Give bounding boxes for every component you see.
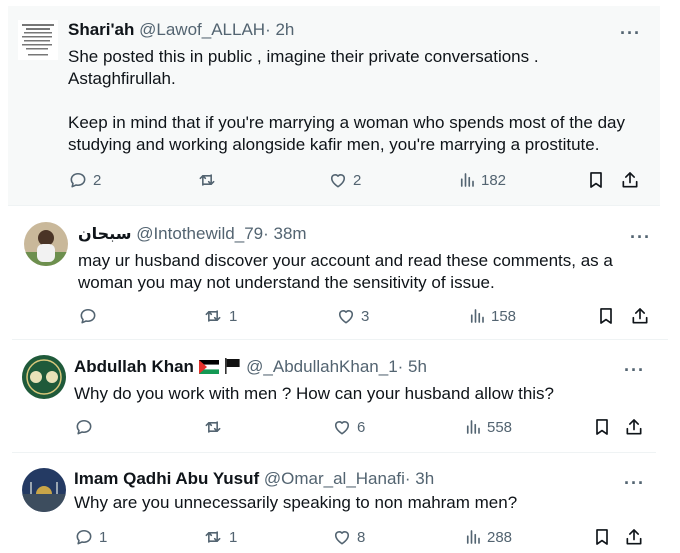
- like-count: 6: [357, 418, 366, 436]
- avatar-image: [22, 355, 66, 399]
- tweet-text: Why are you unnecessarily speaking to no…: [74, 493, 518, 512]
- timestamp[interactable]: · 5h: [398, 357, 427, 376]
- tweet-text: may ur husband discover your account and…: [78, 251, 613, 292]
- view-count: 558: [487, 418, 513, 436]
- repost-icon: [205, 310, 221, 322]
- user-handle[interactable]: @Intothewild_79: [136, 224, 263, 243]
- repost-count: 1: [229, 307, 238, 325]
- timestamp[interactable]: · 38m: [263, 224, 306, 243]
- views-button[interactable]: 182: [458, 170, 506, 190]
- share-icon: [626, 529, 642, 545]
- reply-button[interactable]: [78, 306, 98, 326]
- display-name[interactable]: Imam Qadhi Abu Yusuf: [74, 469, 259, 488]
- reply-icon: [80, 308, 96, 324]
- bookmark-button[interactable]: [592, 527, 612, 547]
- avatar-image: [22, 468, 66, 512]
- like-button[interactable]: 8: [332, 527, 365, 547]
- more-icon[interactable]: ···: [620, 24, 641, 42]
- reply-button[interactable]: 2: [68, 170, 101, 190]
- bookmark-button[interactable]: [596, 306, 616, 326]
- repost-icon: [205, 531, 221, 543]
- user-handle[interactable]: @_AbdullahKhan_1: [246, 357, 398, 376]
- like-count: 8: [357, 528, 366, 546]
- repost-button[interactable]: [196, 170, 218, 190]
- repost-icon: [199, 174, 215, 186]
- like-icon: [338, 310, 354, 324]
- timestamp[interactable]: · 3h: [405, 469, 434, 488]
- repost-button[interactable]: 1: [202, 306, 237, 326]
- user-handle[interactable]: @Omar_al_Hanafi: [264, 469, 405, 488]
- view-count: 182: [481, 171, 507, 189]
- share-button[interactable]: [630, 306, 650, 326]
- repost-count: 1: [229, 528, 238, 546]
- views-button[interactable]: 288: [464, 527, 512, 547]
- share-icon: [632, 308, 648, 324]
- views-icon: [460, 173, 474, 187]
- views-icon: [466, 420, 480, 434]
- avatar[interactable]: [22, 355, 66, 399]
- views-icon: [470, 309, 484, 323]
- tweet-text: Why do you work with men ? How can your …: [74, 384, 555, 403]
- display-name[interactable]: Abdullah Khan: [74, 357, 194, 376]
- repost-button[interactable]: 1: [202, 527, 237, 547]
- reply-count: 2: [93, 171, 102, 189]
- reply-button[interactable]: [74, 417, 94, 437]
- reply-icon: [76, 419, 92, 435]
- like-icon: [330, 174, 346, 188]
- share-button[interactable]: [624, 417, 644, 437]
- like-count: 2: [353, 171, 362, 189]
- bookmark-button[interactable]: [586, 170, 606, 190]
- avatar[interactable]: [24, 222, 68, 266]
- bookmark-icon: [600, 308, 612, 324]
- like-button[interactable]: 2: [328, 170, 361, 190]
- tweet-card[interactable]: سبحان @Intothewild_79· 38m ··· may ur hu…: [12, 210, 668, 340]
- repost-icon: [205, 421, 221, 433]
- display-name[interactable]: سبحان: [78, 224, 131, 243]
- more-icon[interactable]: ···: [624, 361, 645, 379]
- avatar[interactable]: [18, 20, 58, 60]
- share-icon: [626, 419, 642, 435]
- tweet-text: She posted this in public , imagine thei…: [68, 47, 625, 154]
- views-button[interactable]: 158: [468, 306, 516, 326]
- flag-icon: [198, 359, 219, 379]
- share-button[interactable]: [620, 170, 640, 190]
- reply-button[interactable]: 1: [74, 527, 107, 547]
- like-icon: [334, 531, 350, 545]
- bookmark-icon: [596, 419, 608, 435]
- reply-count: 1: [99, 528, 108, 546]
- tweet-card[interactable]: Imam Qadhi Abu Yusuf @Omar_al_Hanafi· 3h…: [12, 456, 656, 553]
- like-button[interactable]: 3: [336, 306, 369, 326]
- views-icon: [466, 530, 480, 544]
- view-count: 158: [491, 307, 517, 325]
- like-icon: [334, 421, 350, 435]
- bookmark-button[interactable]: [592, 417, 612, 437]
- avatar[interactable]: [22, 468, 66, 512]
- timestamp[interactable]: · 2h: [265, 20, 294, 39]
- like-count: 3: [361, 307, 370, 325]
- view-count: 288: [487, 528, 513, 546]
- avatar-image: [18, 20, 58, 60]
- like-button[interactable]: 6: [332, 417, 365, 437]
- bookmark-icon: [596, 529, 608, 545]
- reply-icon: [76, 529, 92, 545]
- black-flag-icon: [223, 358, 241, 379]
- repost-button[interactable]: [202, 417, 224, 437]
- bookmark-icon: [590, 172, 602, 188]
- display-name[interactable]: Shari'ah: [68, 20, 134, 39]
- avatar-image: [24, 222, 68, 266]
- more-icon[interactable]: ···: [624, 474, 645, 492]
- user-handle[interactable]: @Lawof_ALLAH: [139, 20, 265, 39]
- views-button[interactable]: 558: [464, 417, 512, 437]
- more-icon[interactable]: ···: [630, 228, 651, 246]
- tweet-card[interactable]: Shari'ah @Lawof_ALLAH· 2h ··· She posted…: [8, 6, 660, 206]
- tweet-card[interactable]: Abdullah Khan @_AbdullahKhan_1· 5h ··· W…: [12, 341, 656, 453]
- share-button[interactable]: [624, 527, 644, 547]
- reply-icon: [70, 172, 86, 188]
- share-icon: [622, 172, 638, 188]
